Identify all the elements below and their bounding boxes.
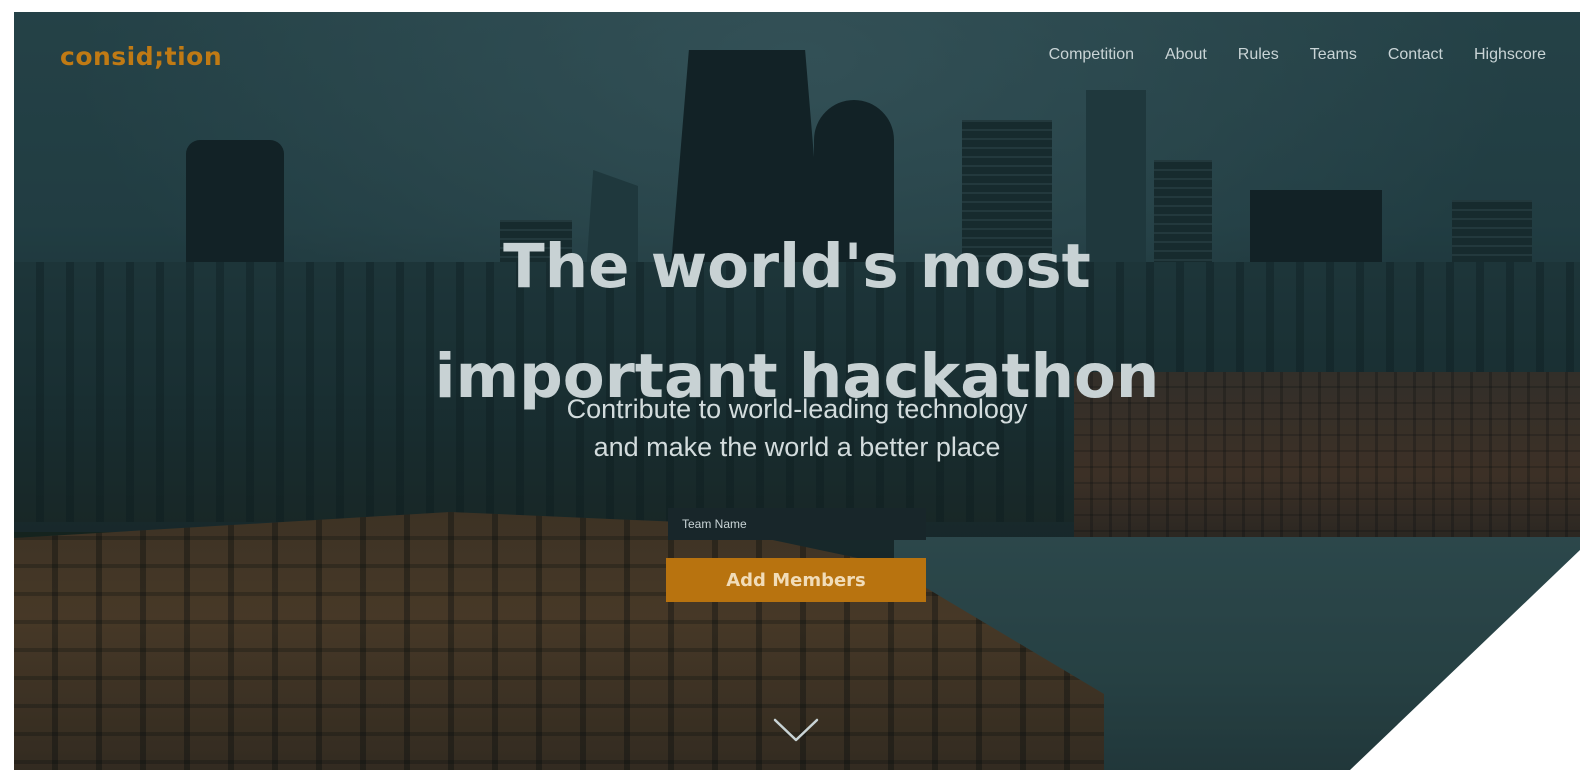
nav-highscore[interactable]: Highscore [1474, 46, 1546, 64]
nav-rules[interactable]: Rules [1238, 46, 1279, 64]
nav-contact[interactable]: Contact [1388, 46, 1443, 64]
nav-teams[interactable]: Teams [1310, 46, 1357, 64]
hero-section: consid;tion Competition About Rules Team… [14, 12, 1580, 770]
hero-subtitle-line: and make the world a better place [593, 432, 1001, 462]
logo[interactable]: consid;tion [60, 42, 222, 71]
hero-subtitle: Contribute to world-leading technology a… [14, 390, 1580, 466]
team-name-input[interactable] [668, 508, 926, 540]
hero-subtitle-line: Contribute to world-leading technology [566, 394, 1028, 424]
nav-competition[interactable]: Competition [1049, 46, 1134, 64]
chevron-down-icon[interactable] [771, 712, 821, 748]
nav-about[interactable]: About [1165, 46, 1207, 64]
add-members-button[interactable]: Add Members [666, 558, 926, 602]
hero-title-line: The world's most [503, 231, 1091, 302]
main-nav: Competition About Rules Teams Contact Hi… [1049, 46, 1546, 64]
